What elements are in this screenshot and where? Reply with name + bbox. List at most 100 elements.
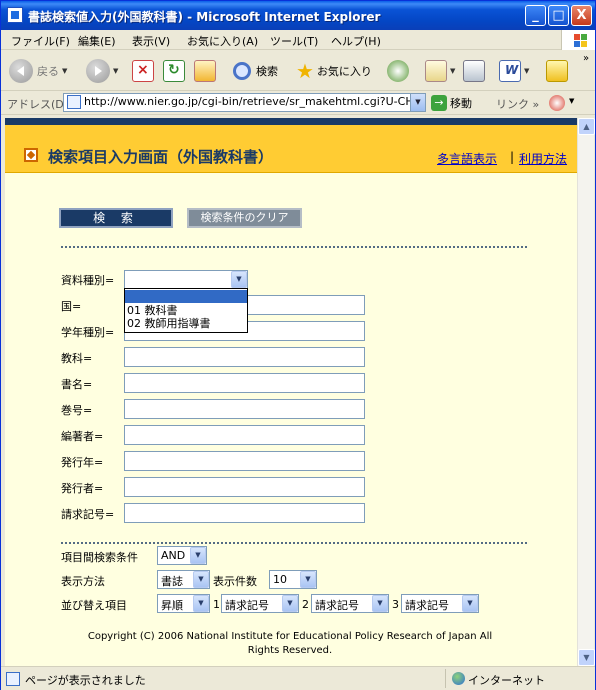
dropdown-option-textbook[interactable]: 01 教科書 xyxy=(125,304,247,317)
star-icon: ★ xyxy=(296,59,314,83)
title-bar: 書誌検索値入力(外国教科書) - Microsoft Internet Expl… xyxy=(1,1,595,30)
page-header: 検索項目入力画面（外国教科書） 多言語表示 | 利用方法 xyxy=(5,125,577,173)
forward-dropdown-icon[interactable]: ▼ xyxy=(113,67,118,75)
toolbar-extension-icon[interactable] xyxy=(549,95,565,111)
menu-file[interactable]: ファイル(F) xyxy=(11,33,70,49)
label-editor: 編著者= xyxy=(61,430,104,443)
chevron-down-icon: ▼ xyxy=(300,571,316,588)
page-icon xyxy=(67,95,81,109)
label-logic: 項目間検索条件 xyxy=(61,551,138,564)
label-publisher: 発行者= xyxy=(61,482,104,495)
address-dropdown-icon[interactable]: ▼ xyxy=(410,94,425,111)
publisher-input[interactable] xyxy=(124,477,365,497)
chevron-down-icon: ▼ xyxy=(462,595,478,612)
dropdown-option-teacher-guide[interactable]: 02 教師用指導書 xyxy=(125,317,247,330)
print-icon xyxy=(463,60,485,82)
book-title-input[interactable] xyxy=(124,373,365,393)
mail-icon xyxy=(425,60,447,82)
scroll-up-icon[interactable]: ▲ xyxy=(578,118,595,135)
stop-button[interactable]: × xyxy=(132,58,154,84)
dropdown-option-blank[interactable] xyxy=(125,290,247,303)
address-input[interactable]: http://www.nier.go.jp/cgi-bin/retrieve/s… xyxy=(63,93,426,112)
chevron-down-icon: ▼ xyxy=(193,571,209,588)
menu-help[interactable]: ヘルプ(H) xyxy=(331,33,381,49)
editor-input[interactable] xyxy=(124,425,365,445)
windows-logo-icon xyxy=(561,30,595,50)
volume-input[interactable] xyxy=(124,399,365,419)
favorites-button[interactable]: ★ お気に入り xyxy=(296,58,372,84)
sort-key-1-select[interactable]: 請求記号 ▼ xyxy=(221,594,299,613)
mail-dropdown-icon[interactable]: ▼ xyxy=(450,67,455,75)
window-title: 書誌検索値入力(外国教科書) - Microsoft Internet Expl… xyxy=(28,10,381,24)
back-dropdown-icon[interactable]: ▼ xyxy=(62,67,67,75)
ie-page-icon xyxy=(7,7,23,23)
edit-dropdown-icon[interactable]: ▼ xyxy=(524,67,529,75)
status-bar: ページが表示されました インターネット xyxy=(1,666,595,690)
logic-select[interactable]: AND ▼ xyxy=(157,546,207,565)
back-label: 戻る xyxy=(37,65,59,78)
print-button[interactable] xyxy=(463,58,485,84)
history-button[interactable] xyxy=(387,58,409,84)
refresh-button[interactable]: ↻ xyxy=(163,58,185,84)
multilang-link[interactable]: 多言語表示 xyxy=(437,150,497,167)
forward-button[interactable]: ▼ xyxy=(86,58,118,84)
copyright-line-1: Copyright (C) 2006 National Institute fo… xyxy=(87,631,493,642)
label-grade-type: 学年種別= xyxy=(61,326,115,339)
word-icon: W xyxy=(499,60,521,82)
home-icon xyxy=(194,60,216,82)
search-icon xyxy=(233,62,251,80)
sort-key-1-value: 請求記号 xyxy=(225,599,269,612)
favorites-label: お気に入り xyxy=(316,65,372,78)
diamond-bullet-icon xyxy=(24,148,38,162)
material-type-select[interactable]: ▼ xyxy=(124,270,248,289)
messenger-button[interactable] xyxy=(546,58,568,84)
dotted-divider xyxy=(60,246,527,248)
zone-label: インターネット xyxy=(468,674,545,687)
browser-window: 書誌検索値入力(外国教科書) - Microsoft Internet Expl… xyxy=(0,0,596,690)
result-count-value: 10 xyxy=(273,573,287,586)
close-button[interactable]: X xyxy=(571,5,592,26)
toolbar-overflow-icon[interactable]: » xyxy=(583,53,589,64)
go-button[interactable]: → 移動 xyxy=(431,95,472,111)
address-label: アドレス(D) xyxy=(7,98,69,111)
result-count-select[interactable]: 10 ▼ xyxy=(269,570,317,589)
menu-favorites[interactable]: お気に入り(A) xyxy=(187,33,258,49)
dotted-divider xyxy=(60,542,527,544)
chevron-down-icon: ▼ xyxy=(193,595,209,612)
label-book-title: 書名= xyxy=(61,378,93,391)
globe-icon xyxy=(452,672,465,685)
vertical-scrollbar[interactable]: ▲ ▼ xyxy=(577,118,595,666)
home-button[interactable] xyxy=(194,58,216,84)
label-material-type: 資料種別= xyxy=(61,274,115,287)
call-number-input[interactable] xyxy=(124,503,365,523)
sort-order-value: 昇順 xyxy=(161,599,183,612)
security-zone: インターネット xyxy=(445,669,575,688)
label-result-count: 表示件数 xyxy=(213,575,257,588)
menu-edit[interactable]: 編集(E) xyxy=(78,33,116,49)
menu-bar: ファイル(F) 編集(E) 表示(V) お気に入り(A) ツール(T) ヘルプ(… xyxy=(1,30,595,50)
clear-conditions-button[interactable]: 検索条件のクリア xyxy=(187,208,302,228)
pub-year-input[interactable] xyxy=(124,451,365,471)
chevron-down-icon: ▼ xyxy=(231,271,247,288)
edit-button[interactable]: W ▼ xyxy=(499,58,529,84)
toolbar: 戻る ▼ ▼ × ↻ 検索 ★ お気に入り ▼ W ▼ » xyxy=(1,51,595,91)
links-toolbar[interactable]: リンク » xyxy=(496,96,539,112)
page-title: 検索項目入力画面（外国教科書） xyxy=(48,148,274,166)
menu-tools[interactable]: ツール(T) xyxy=(270,33,318,49)
extension-dropdown-icon[interactable]: ▼ xyxy=(569,97,574,105)
usage-link[interactable]: 利用方法 xyxy=(519,150,567,167)
minimize-button[interactable]: _ xyxy=(525,5,546,26)
search-button[interactable]: 検索 xyxy=(233,58,278,84)
mail-button[interactable]: ▼ xyxy=(425,58,455,84)
maximize-button[interactable]: □ xyxy=(548,5,569,26)
search-submit-button[interactable]: 検 索 xyxy=(59,208,173,228)
display-method-select[interactable]: 書誌 ▼ xyxy=(157,570,210,589)
back-button[interactable]: 戻る ▼ xyxy=(9,58,67,84)
subject-input[interactable] xyxy=(124,347,365,367)
sort-order-select[interactable]: 昇順 ▼ xyxy=(157,594,210,613)
sort-key-3-select[interactable]: 請求記号 ▼ xyxy=(401,594,479,613)
scroll-down-icon[interactable]: ▼ xyxy=(578,649,595,666)
chevron-down-icon: ▼ xyxy=(190,547,206,564)
sort-key-2-select[interactable]: 請求記号 ▼ xyxy=(311,594,389,613)
menu-view[interactable]: 表示(V) xyxy=(132,33,170,49)
